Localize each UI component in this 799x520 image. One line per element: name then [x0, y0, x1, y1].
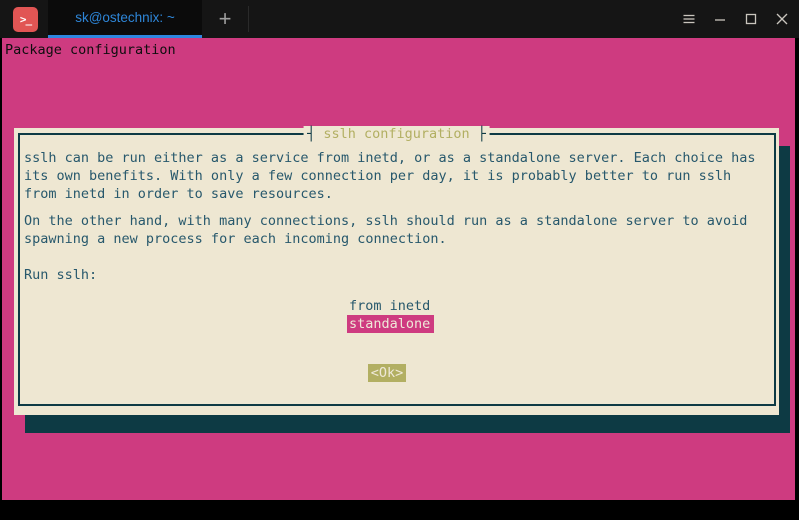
- run-sslh-prompt: Run sslh:: [24, 267, 98, 283]
- option-standalone-selected[interactable]: standalone: [347, 315, 435, 333]
- terminal-prompt-glyph: >_: [19, 13, 32, 26]
- maximize-button[interactable]: [735, 0, 766, 38]
- close-button[interactable]: [766, 0, 797, 38]
- minimize-button[interactable]: [704, 0, 735, 38]
- tab-active-terminal[interactable]: sk@ostechnix: ~: [48, 0, 202, 38]
- terminal-app-icon: >_: [13, 7, 38, 32]
- window-controls: [673, 0, 797, 38]
- terminal-screen: Package configuration ┤ sslh configurati…: [2, 38, 795, 500]
- plus-icon: +: [218, 6, 232, 31]
- tab-title: sk@ostechnix: ~: [75, 10, 175, 25]
- dialog-title-text: sslh configuration: [323, 126, 470, 142]
- border-tee-left: ┤: [307, 126, 316, 142]
- ok-button[interactable]: <Ok>: [368, 364, 406, 382]
- new-tab-button[interactable]: +: [202, 0, 248, 38]
- border-tee-right: ├: [477, 126, 486, 142]
- dialog-text-line: sslh can be run either as a service from…: [24, 150, 756, 166]
- menu-icon: [683, 14, 694, 24]
- package-configuration-label: Package configuration: [5, 42, 176, 58]
- tab-divider: [248, 6, 249, 32]
- titlebar: >_ sk@ostechnix: ~ +: [0, 0, 799, 38]
- dialog-text-line: On the other hand, with many connections…: [24, 213, 748, 229]
- menu-button[interactable]: [673, 0, 704, 38]
- option-from-inetd[interactable]: from inetd: [349, 297, 430, 315]
- dialog-text-line: from inetd in order to save resources.: [24, 186, 333, 202]
- sslh-configuration-dialog: ┤ sslh configuration ├ sslh can be run e…: [14, 126, 779, 415]
- maximize-icon: [745, 13, 756, 25]
- close-icon: [776, 13, 787, 25]
- dialog-title: ┤ sslh configuration ├: [303, 126, 490, 143]
- minimize-icon: [714, 19, 725, 21]
- dialog-text-line: spawning a new process for each incoming…: [24, 231, 447, 247]
- dialog-text-line: its own benefits. With only a few connec…: [24, 168, 732, 184]
